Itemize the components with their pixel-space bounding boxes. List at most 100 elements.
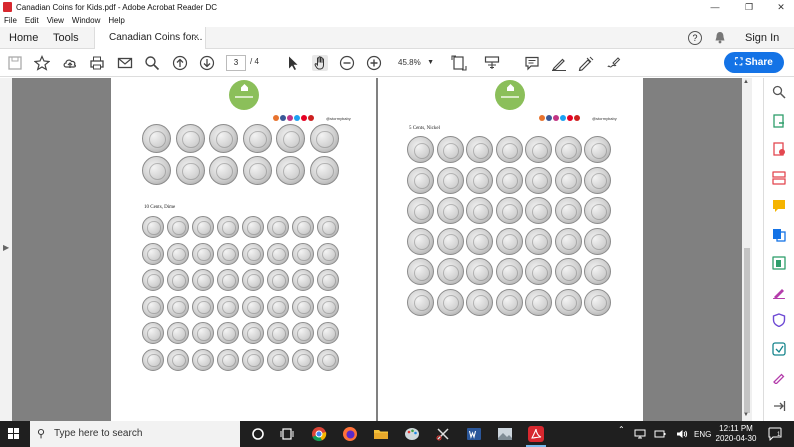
bookmark-star-icon[interactable] [34,55,50,71]
save-icon[interactable] [7,55,23,71]
collapse-panel-icon[interactable] [772,399,786,413]
coin [242,295,264,318]
zoom-level-value: 45.8% [398,58,421,67]
coin [242,156,272,185]
coin [584,136,611,163]
cortana-icon[interactable] [250,426,266,442]
fit-page-icon[interactable] [451,55,467,71]
expand-left-panel-icon[interactable]: ▶ [3,243,9,252]
fill-sign-icon[interactable] [605,55,621,71]
coin [292,242,314,265]
next-page-icon[interactable] [199,55,215,71]
coin [495,258,523,285]
social-icons [539,115,581,121]
email-icon[interactable] [117,55,133,71]
zoom-out-icon[interactable] [339,55,355,71]
bell-icon[interactable] [714,31,726,44]
acrobat-taskbar-icon[interactable] [528,426,544,442]
previous-page-icon[interactable] [172,55,188,71]
fill-sign-panel-icon[interactable] [772,285,786,299]
coin [436,258,464,285]
firefox-icon[interactable] [342,426,358,442]
taskbar-search-box[interactable]: ⚲ Type here to search [30,421,240,447]
left-panel-collapsed[interactable]: ▶ [0,78,12,421]
sign-in-link[interactable]: Sign In [745,27,779,49]
comment-icon[interactable] [524,55,540,71]
page-number-input[interactable]: 3 [226,55,246,71]
section-label-dime: 10 Cents, Dime [144,205,176,210]
help-icon[interactable]: ? [688,31,702,45]
document-area[interactable]: ▶ @stormybaby 10 Cents, Dime @stormybaby… [0,78,752,421]
close-window-button[interactable]: ✕ [764,0,794,14]
search-panel-icon[interactable] [772,85,786,99]
more-tools-pen-icon[interactable] [772,370,786,384]
menu-bar: File Edit View Window Help [0,14,133,27]
clock-date: 2020-04-30 [715,434,757,443]
edit-pdf-icon[interactable] [772,256,786,270]
menu-help[interactable]: Help [108,16,124,25]
upload-cloud-icon[interactable] [62,55,78,71]
comment-panel-icon[interactable] [772,199,786,213]
coin [267,295,289,318]
send-for-review-icon[interactable] [772,342,786,356]
combine-files-icon[interactable] [772,228,786,242]
network-icon[interactable] [634,428,646,440]
task-view-icon[interactable] [279,426,295,442]
coin [436,136,464,163]
menu-view[interactable]: View [47,16,64,25]
menu-file[interactable]: File [4,16,17,25]
language-indicator[interactable]: ENG [694,430,711,439]
organize-pages-icon[interactable] [772,171,786,185]
coin [495,288,523,316]
coin [495,166,523,194]
chrome-icon[interactable] [311,426,327,442]
zoom-in-icon[interactable] [366,55,382,71]
volume-icon[interactable] [676,428,688,440]
coin [276,124,305,153]
coin [317,216,339,238]
read-mode-icon[interactable] [484,55,500,71]
chevron-down-icon: ▼ [427,59,434,66]
word-icon[interactable] [466,426,482,442]
title-bar: Canadian Coins for Kids.pdf - Adobe Acro… [0,0,794,14]
maximize-button[interactable]: ❐ [732,0,766,14]
create-pdf-icon[interactable] [772,142,786,156]
file-explorer-icon[interactable] [373,426,389,442]
snipping-tool-icon[interactable] [435,426,451,442]
search-icon[interactable] [144,55,160,71]
coin [242,322,264,344]
tab-home[interactable]: Home [9,27,38,49]
menu-window[interactable]: Window [72,16,100,25]
zoom-level-select[interactable]: 45.8% ▼ [392,55,438,71]
highlight-pen-icon[interactable] [551,55,567,71]
tab-document[interactable]: Canadian Coins for... × [94,27,206,50]
protect-shield-icon[interactable] [772,313,786,327]
minimize-button[interactable]: — [698,0,732,14]
close-tab-icon[interactable]: × [193,27,199,49]
draw-signature-icon[interactable] [578,55,594,71]
tray-chevron-up-icon[interactable]: ⌃ [618,425,625,434]
coin [175,124,205,153]
windows-start-icon[interactable] [8,428,20,440]
coin [407,136,434,163]
document-scrollbar[interactable]: ▲ ▼ [742,78,752,421]
window-title: Canadian Coins for Kids.pdf - Adobe Acro… [16,2,218,12]
coin [317,348,339,371]
windows-taskbar: ⚲ Type here to search ⌃ ENG 12:11 PM 202… [0,421,794,447]
taskbar-clock[interactable]: 12:11 PM 2020-04-30 [712,424,760,444]
photos-icon[interactable] [497,426,513,442]
share-button[interactable]: ⛶ Share [724,52,784,73]
paint-icon[interactable] [404,426,420,442]
scrollbar-thumb[interactable] [744,248,750,413]
select-cursor-icon[interactable] [285,55,301,71]
export-pdf-icon[interactable] [772,114,786,128]
battery-icon[interactable] [654,428,666,440]
print-icon[interactable] [89,55,105,71]
scroll-down-arrow-icon[interactable]: ▼ [743,412,749,418]
coin [142,295,164,318]
coin [436,227,464,255]
hand-tool-icon[interactable] [312,55,328,71]
menu-edit[interactable]: Edit [25,16,39,25]
scroll-up-arrow-icon[interactable]: ▲ [743,79,749,85]
tab-tools[interactable]: Tools [53,27,79,49]
